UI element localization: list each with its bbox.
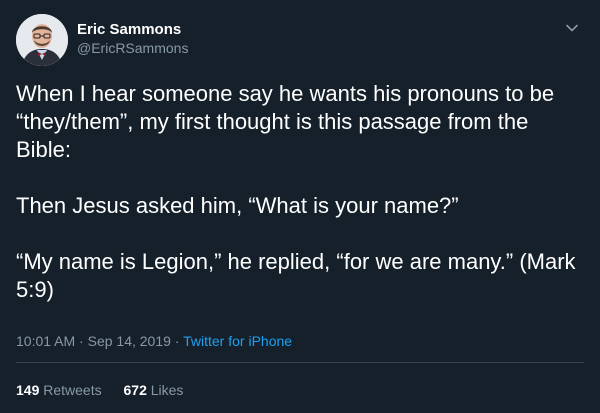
meta-separator: ·	[170, 333, 184, 349]
tweet-source-link[interactable]: Twitter for iPhone	[183, 333, 292, 349]
tweet-paragraph: “My name is Legion,” he replied, “for we…	[16, 249, 576, 302]
tweet-date[interactable]: Sep 14, 2019	[88, 333, 171, 349]
tweet-meta: 10:01 AM · Sep 14, 2019 · Twitter for iP…	[16, 331, 292, 351]
retweets-count: 149	[16, 382, 40, 398]
tweet-paragraph: When I hear someone say he wants his pro…	[16, 81, 555, 162]
likes-label: Likes	[150, 382, 184, 398]
retweets-label: Retweets	[43, 382, 102, 398]
meta-separator: ·	[75, 333, 88, 349]
likes-count: 672	[123, 382, 147, 398]
retweets-stat[interactable]: 149 Retweets	[16, 382, 102, 398]
tweet-card: Eric Sammons @EricRSammons When I hear s…	[0, 0, 600, 413]
tweet-text: When I hear someone say he wants his pro…	[16, 80, 588, 304]
author-names: Eric Sammons @EricRSammons	[77, 20, 188, 58]
tweet-header: Eric Sammons @EricRSammons	[16, 14, 584, 68]
author-handle[interactable]: @EricRSammons	[77, 39, 188, 58]
divider	[16, 362, 584, 363]
author-display-name[interactable]: Eric Sammons	[77, 20, 188, 39]
tweet-stats: 149 Retweets 672 Likes	[16, 380, 183, 400]
chevron-down-icon[interactable]	[564, 20, 580, 36]
likes-stat[interactable]: 672 Likes	[124, 382, 184, 398]
avatar[interactable]	[16, 14, 68, 66]
tweet-time[interactable]: 10:01 AM	[16, 333, 75, 349]
tweet-paragraph: Then Jesus asked him, “What is your name…	[16, 193, 459, 218]
